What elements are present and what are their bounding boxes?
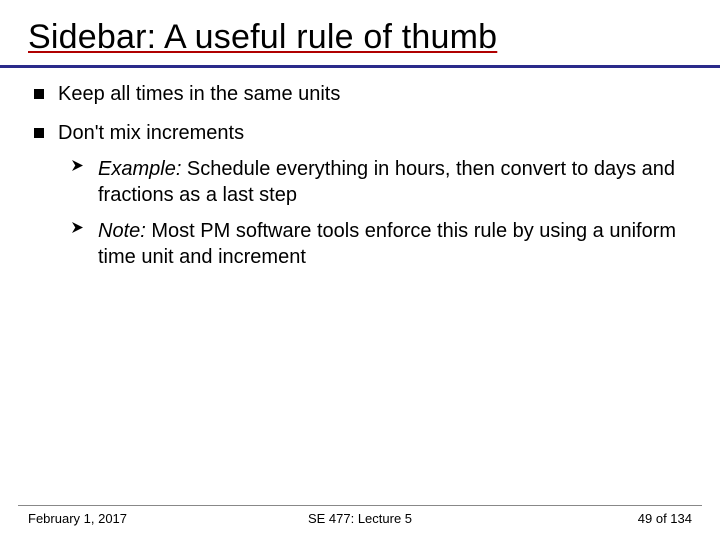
footer-rule [18, 505, 702, 506]
footer-date: February 1, 2017 [28, 511, 249, 526]
bullet-text: Don't mix increments [58, 121, 244, 146]
arrow-bullet-icon [72, 222, 88, 233]
sub-bullet-lead: Example: [98, 158, 181, 180]
slide: Sidebar: A useful rule of thumb Keep all… [0, 0, 720, 540]
sub-bullet-item: Note: Most PM software tools enforce thi… [72, 218, 692, 270]
sub-bullet-text: Note: Most PM software tools enforce thi… [98, 218, 692, 270]
bullet-item: Don't mix increments [34, 121, 692, 146]
square-bullet-icon [34, 128, 44, 138]
bullet-item: Keep all times in the same units [34, 82, 692, 107]
bullet-text: Keep all times in the same units [58, 82, 340, 107]
sub-bullet-list: Example: Schedule everything in hours, t… [72, 156, 692, 270]
slide-title: Sidebar: A useful rule of thumb [28, 18, 692, 63]
footer-course: SE 477: Lecture 5 [249, 511, 470, 526]
sub-bullet-rest: Schedule everything in hours, then conve… [98, 158, 675, 206]
sub-bullet-rest: Most PM software tools enforce this rule… [98, 220, 676, 268]
sub-bullet-item: Example: Schedule everything in hours, t… [72, 156, 692, 208]
content-area: Keep all times in the same units Don't m… [28, 82, 692, 270]
footer: February 1, 2017 SE 477: Lecture 5 49 of… [0, 511, 720, 526]
sub-bullet-text: Example: Schedule everything in hours, t… [98, 156, 692, 208]
sub-bullet-lead: Note: [98, 220, 146, 242]
square-bullet-icon [34, 89, 44, 99]
arrow-bullet-icon [72, 160, 88, 171]
footer-page: 49 of 134 [471, 511, 692, 526]
title-rule [0, 65, 720, 68]
